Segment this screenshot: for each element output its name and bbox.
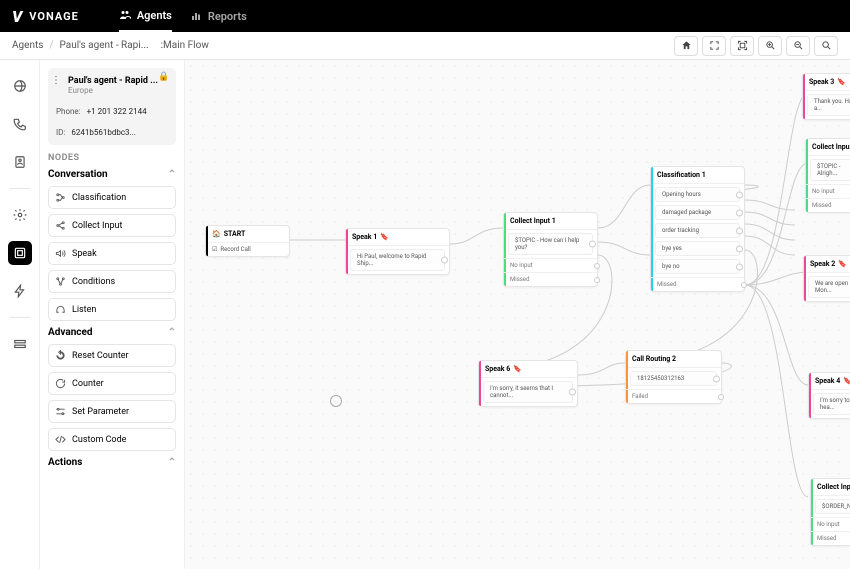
section-advanced[interactable]: Advanced ⌃ xyxy=(48,327,176,338)
flow-node-speak3[interactable]: Speak 3🔖 Thank you. Have a... xyxy=(802,73,850,120)
nav-reports[interactable]: Reports xyxy=(190,2,247,31)
tag-icon: 🔖 xyxy=(513,365,523,373)
chevron-up-icon: ⌃ xyxy=(168,457,176,468)
zoom-in-button[interactable] xyxy=(758,36,782,56)
tag-icon: 🔖 xyxy=(837,78,847,86)
rail-agent-icon[interactable] xyxy=(8,150,32,174)
flow-node-speak1[interactable]: Speak 1🔖 Hi Paul, welcome to Rapid Ship.… xyxy=(345,228,450,275)
node-collect-input[interactable]: Collect Input xyxy=(48,214,176,237)
agent-menu-button[interactable]: ⋮ xyxy=(51,78,61,84)
topnav: Agents Reports xyxy=(119,1,247,32)
flow-node-classification1[interactable]: Classification 1 Opening hours damaged p… xyxy=(650,166,745,292)
lock-icon: 🔒 xyxy=(158,72,172,86)
home-icon: 🏠 xyxy=(212,230,221,238)
rail-overview-icon[interactable] xyxy=(8,74,32,98)
breadcrumb-bar: Agents / Paul's agent - Rapi... :Main Fl… xyxy=(0,32,850,60)
node-conditions[interactable]: Conditions xyxy=(48,270,176,293)
cursor-indicator xyxy=(330,395,342,407)
flow-node-speak6[interactable]: Speak 6🔖 I'm sorry, it seems that I cann… xyxy=(478,360,578,407)
flow-node-routing2[interactable]: Call Routing 2 18125450312163 Failed xyxy=(625,350,722,404)
tag-icon: 🔖 xyxy=(843,377,850,385)
search-button[interactable] xyxy=(814,36,838,56)
breadcrumb-flow: :Main Flow xyxy=(161,40,209,51)
nav-agents-label: Agents xyxy=(137,9,172,22)
flow-canvas[interactable]: 🏠START ☑Record Call Speak 1🔖 Hi Paul, we… xyxy=(185,60,850,569)
rail-data-icon[interactable] xyxy=(8,332,32,356)
flow-node-collect2[interactable]: Collect Inpu $TOPIC - Alrigh... No input… xyxy=(805,138,850,213)
rail-flow-icon[interactable] xyxy=(8,241,32,265)
tag-icon: 🔖 xyxy=(380,233,390,241)
fit-button[interactable] xyxy=(730,36,754,56)
agent-title: Paul's agent - Rapid ... xyxy=(68,76,168,86)
breadcrumb-agent[interactable]: Paul's agent - Rapi... xyxy=(60,40,149,51)
node-set-parameter[interactable]: Set Parameter xyxy=(48,400,176,423)
node-speak[interactable]: Speak xyxy=(48,242,176,265)
zoom-out-button[interactable] xyxy=(786,36,810,56)
rail-phone-icon[interactable] xyxy=(8,112,32,136)
agent-card: 🔒 ⋮ Paul's agent - Rapid ... Europe Phon… xyxy=(48,68,176,145)
agent-region: Europe xyxy=(68,86,168,95)
record-icon: ☑ xyxy=(212,246,217,253)
breadcrumb-root[interactable]: Agents xyxy=(12,40,43,51)
agents-icon xyxy=(119,9,131,21)
side-panel: 🔒 ⋮ Paul's agent - Rapid ... Europe Phon… xyxy=(40,60,185,569)
flow-node-collect3[interactable]: Collect Inp $ORDER_NO... No input Missed xyxy=(810,478,850,546)
node-listen[interactable]: Listen xyxy=(48,298,176,321)
id-label: ID: xyxy=(56,128,65,137)
node-reset-counter[interactable]: Reset Counter xyxy=(48,344,176,367)
nav-agents[interactable]: Agents xyxy=(119,1,172,32)
nav-reports-label: Reports xyxy=(208,10,247,23)
node-classification[interactable]: Classification xyxy=(48,186,176,209)
phone-label: Phone: xyxy=(56,107,81,116)
breadcrumb: Agents / Paul's agent - Rapi... :Main Fl… xyxy=(12,40,209,51)
canvas-toolbar xyxy=(674,36,838,56)
chevron-up-icon: ⌃ xyxy=(168,327,176,338)
tag-icon: 🔖 xyxy=(838,260,848,268)
node-counter[interactable]: Counter xyxy=(48,372,176,395)
phone-value: +1 201 322 2144 xyxy=(87,107,147,116)
nodes-label: NODES xyxy=(48,153,176,163)
brand-logo[interactable]: V VONAGE xyxy=(12,7,79,26)
left-rail xyxy=(0,60,40,569)
section-actions[interactable]: Actions ⌃ xyxy=(48,457,176,468)
logo-mark: V xyxy=(12,7,23,26)
flow-node-start[interactable]: 🏠START ☑Record Call xyxy=(205,225,290,257)
flow-node-speak4[interactable]: Speak 4🔖 I'm sorry to hea... xyxy=(808,372,850,419)
flow-node-collect1[interactable]: Collect Input 1 $TOPIC - How can I help … xyxy=(503,212,598,287)
rail-bolt-icon[interactable] xyxy=(8,279,32,303)
id-value: 6241b561bdbc3... xyxy=(71,128,135,137)
fullscreen-button[interactable] xyxy=(702,36,726,56)
rail-settings-icon[interactable] xyxy=(8,203,32,227)
topbar: V VONAGE Agents Reports xyxy=(0,0,850,32)
brand-text: VONAGE xyxy=(29,10,79,23)
home-button[interactable] xyxy=(674,36,698,56)
chevron-up-icon: ⌃ xyxy=(168,169,176,180)
section-conversation[interactable]: Conversation ⌃ xyxy=(48,169,176,180)
node-custom-code[interactable]: Custom Code xyxy=(48,428,176,451)
reports-icon xyxy=(190,10,202,22)
flow-node-speak2[interactable]: Speak 2🔖 We are open Mon... xyxy=(803,255,850,302)
